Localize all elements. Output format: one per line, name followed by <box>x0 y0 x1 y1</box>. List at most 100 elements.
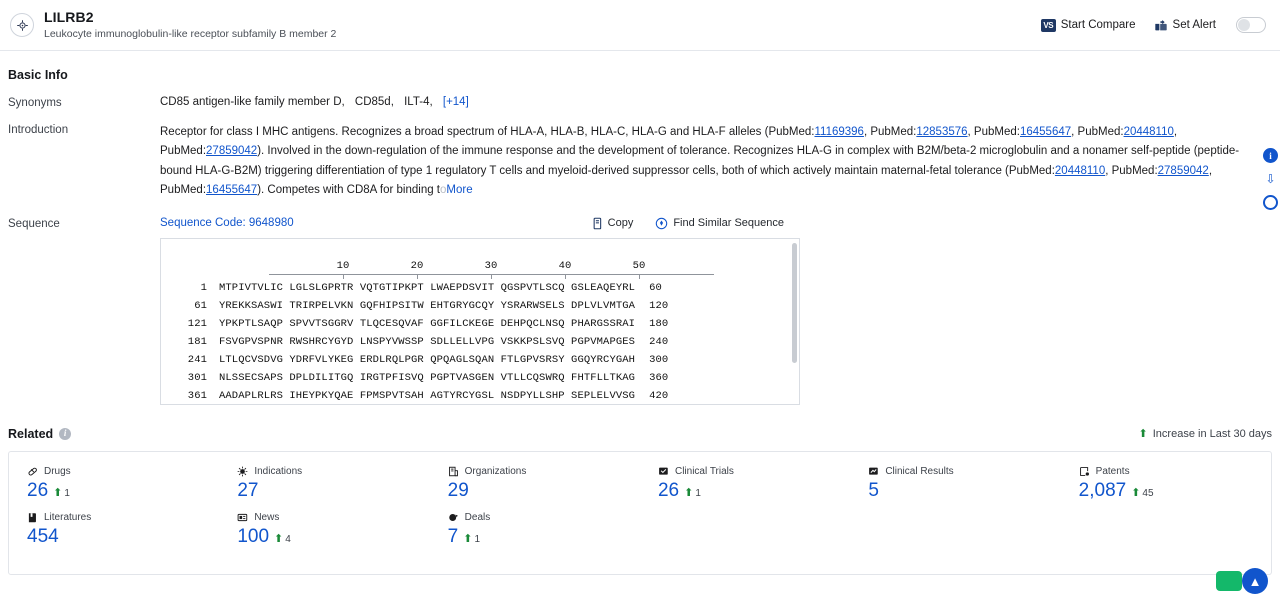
stat-label: Clinical Results <box>885 466 953 477</box>
info-badge-label: i <box>1269 151 1272 161</box>
ruler-tick <box>639 274 640 279</box>
stat-delta-value: 1 <box>474 534 480 545</box>
pill-icon <box>27 466 38 477</box>
stat-patents[interactable]: Patents 2,087 ⬆ 45 <box>1061 466 1271 502</box>
synonym-item: CD85d, <box>355 96 394 108</box>
page-body: Basic Info Synonyms CD85 antigen-like fa… <box>0 68 1280 575</box>
ruler-tick <box>343 274 344 279</box>
related-title: Related <box>8 427 53 441</box>
start-compare-button[interactable]: VS Start Compare <box>1041 19 1136 32</box>
stat-value: 100 <box>237 526 269 548</box>
find-similar-label: Find Similar Sequence <box>673 217 784 229</box>
stat-value: 29 <box>448 480 469 502</box>
sequence-code-link[interactable]: Sequence Code: 9648980 <box>160 217 294 229</box>
pubmed-link[interactable]: 16455647 <box>206 184 257 196</box>
stat-drugs[interactable]: Drugs 26 ⬆ 1 <box>9 466 219 502</box>
stat-news[interactable]: News 100 ⬆ 4 <box>219 512 429 548</box>
stat-clinical-trials[interactable]: Clinical Trials 26 ⬆ 1 <box>640 466 850 502</box>
building-icon <box>448 466 459 477</box>
page-title: LILRB2 <box>44 10 336 25</box>
sequence-residues: YREKKSASWI TRIRPELVKN GQFHIPSITW EHTGRYG… <box>219 297 635 315</box>
stat-label: Patents <box>1096 466 1130 477</box>
stat-value-wrap: 26 ⬆ 1 <box>27 480 219 502</box>
stat-delta: ⬆ 1 <box>53 486 70 499</box>
stat-value: 454 <box>27 526 59 548</box>
double-chevron-down-icon[interactable]: ⇩ <box>1265 172 1275 186</box>
fab-green-button[interactable] <box>1216 571 1242 591</box>
sequence-start-index: 181 <box>175 333 207 351</box>
related-stats-card: Drugs 26 ⬆ 1 <box>8 451 1272 575</box>
synonyms-expand-link[interactable]: [+14] <box>443 96 469 108</box>
stat-delta: ⬆ 1 <box>463 532 480 545</box>
ruler-tick <box>565 274 566 279</box>
stat-delta-value: 1 <box>695 488 701 499</box>
alert-bell-icon <box>1154 19 1168 32</box>
stat-value: 2,087 <box>1079 480 1127 502</box>
sequence-block: Sequence Code: 9648980 Copy <box>160 217 1272 405</box>
set-alert-label: Set Alert <box>1173 19 1216 31</box>
find-similar-sequence-button[interactable]: Find Similar Sequence <box>655 217 784 230</box>
info-badge-icon[interactable]: i <box>1263 148 1278 163</box>
stat-label: Drugs <box>44 466 71 477</box>
pubmed-link[interactable]: 20448110 <box>1124 126 1174 138</box>
stat-value-wrap: 100 ⬆ 4 <box>237 526 429 548</box>
stat-header: Indications <box>237 466 429 477</box>
sequence-row: Sequence Sequence Code: 9648980 Copy <box>8 217 1272 405</box>
pubmed-link[interactable]: 12853576 <box>916 126 967 138</box>
set-alert-button[interactable]: Set Alert <box>1154 19 1216 32</box>
introduction-more-link[interactable]: More <box>446 184 472 196</box>
sequence-ruler: 10 20 30 40 50 <box>269 257 714 279</box>
related-heading: Related i <box>8 427 71 441</box>
sequence-start-index: 121 <box>175 315 207 333</box>
copy-button[interactable]: Copy <box>591 217 634 230</box>
book-icon <box>27 512 38 523</box>
circle-outline-icon[interactable] <box>1263 195 1278 210</box>
ruler-tick <box>491 274 492 279</box>
sequence-scrollbar[interactable] <box>792 243 797 363</box>
pubmed-link[interactable]: 27859042 <box>206 145 257 157</box>
pubmed-link[interactable]: 16455647 <box>1020 126 1071 138</box>
stat-header: Drugs <box>27 466 219 477</box>
stat-organizations[interactable]: Organizations 29 <box>430 466 640 502</box>
up-arrow-icon: ⬆ <box>1139 427 1148 440</box>
info-icon[interactable]: i <box>59 428 71 440</box>
up-arrow-icon: ⬆ <box>1131 486 1140 499</box>
stat-label: Deals <box>465 512 491 523</box>
stat-value-wrap: 26 ⬆ 1 <box>658 480 850 502</box>
ruler-tick-label: 30 <box>485 260 498 272</box>
stat-label: Indications <box>254 466 302 477</box>
sequence-viewer[interactable]: 10 20 30 40 50 1 MTPIVTVLIC LGLSLGPRTR V <box>160 238 800 405</box>
sequence-end-index: 300 <box>649 351 668 369</box>
introduction-label: Introduction <box>8 123 160 201</box>
header-titles: LILRB2 Leukocyte immunoglobulin-like rec… <box>44 10 336 41</box>
synonyms-row: Synonyms CD85 antigen-like family member… <box>8 96 1272 109</box>
up-arrow-icon: ⬆ <box>463 532 472 545</box>
stat-literatures[interactable]: Literatures 454 <box>9 512 219 548</box>
stat-clinical-results[interactable]: Clinical Results 5 <box>850 466 1060 502</box>
sequence-start-index: 1 <box>175 279 207 297</box>
stat-label: Literatures <box>44 512 91 523</box>
sequence-residues: YPKPTLSAQP SPVVTSGGRV TLQCESQVAF GGFILCK… <box>219 315 635 333</box>
stat-header: Patents <box>1079 466 1271 477</box>
vs-icon: VS <box>1041 19 1056 32</box>
synonym-item: CD85 antigen-like family member D, <box>160 96 345 108</box>
stat-indications[interactable]: Indications 27 <box>219 466 429 502</box>
pubmed-link[interactable]: 11169396 <box>814 126 863 138</box>
stat-deals[interactable]: Deals 7 ⬆ 1 <box>430 512 640 548</box>
alert-toggle[interactable] <box>1236 17 1266 33</box>
start-compare-label: Start Compare <box>1061 19 1136 31</box>
synonyms-label: Synonyms <box>8 96 160 109</box>
sequence-line: 181 FSVGPVSPNR RWSHRCYGYD LNSPYVWSSP SDL… <box>175 333 799 351</box>
stat-label: News <box>254 512 279 523</box>
floating-right-rail: i ⇩ <box>1263 148 1278 210</box>
pubmed-link[interactable]: 27859042 <box>1158 165 1209 177</box>
sequence-line: 301 NLSSECSAPS DPLDILITGQ IRGTPFISVQ PGP… <box>175 369 799 387</box>
page-subtitle: Leukocyte immunoglobulin-like receptor s… <box>44 27 336 41</box>
deal-icon <box>448 512 459 523</box>
basic-info-title: Basic Info <box>8 68 68 82</box>
stat-value: 5 <box>868 480 879 502</box>
stat-header: News <box>237 512 429 523</box>
sequence-end-index: 180 <box>649 315 668 333</box>
fab-blue-button[interactable]: ▲ <box>1242 568 1268 594</box>
pubmed-link[interactable]: 20448110 <box>1055 165 1105 177</box>
